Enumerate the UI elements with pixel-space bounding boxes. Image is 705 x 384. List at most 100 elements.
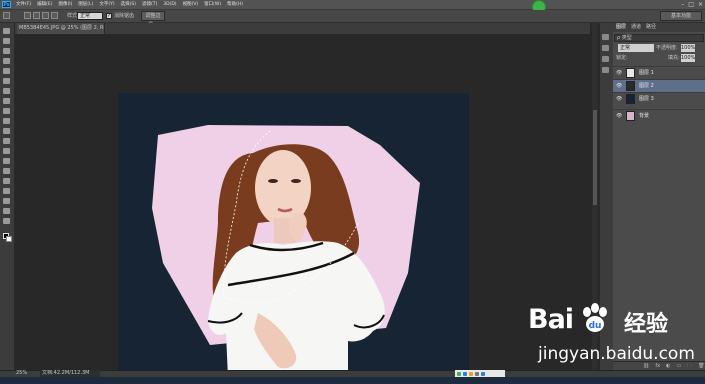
visibility-eye-icon[interactable]: 👁	[616, 96, 622, 102]
photoshop-logo: Ps	[2, 1, 11, 8]
jingyan-label: 经验	[624, 312, 669, 337]
scrollbar-thumb[interactable]	[593, 110, 597, 205]
zoom-level[interactable]: 25%	[16, 370, 27, 377]
layer-row[interactable]: 👁 图层 1	[613, 66, 705, 79]
svg-text:du: du	[589, 321, 602, 331]
menu-item[interactable]: 帮助(H)	[227, 0, 243, 9]
lock-label: 锁定:	[616, 55, 628, 61]
menu-item[interactable]: 窗口(W)	[204, 0, 221, 9]
menu-items: 文件(F) 编辑(E) 图像(I) 图层(L) 文字(Y) 选择(S) 滤镜(T) 3D(D)…	[16, 0, 243, 9]
layer-row[interactable]: 👁 背景	[613, 109, 705, 122]
tab-channels[interactable]: 通道	[631, 23, 641, 32]
quick-select-tool-icon[interactable]	[3, 58, 10, 64]
baidu-logo-text: Bai	[528, 304, 574, 335]
workspace-select[interactable]: 基本功能	[660, 11, 702, 21]
menu-item[interactable]: 图像(I)	[58, 0, 72, 9]
crop-tool-icon[interactable]	[3, 68, 10, 74]
layer-row[interactable]: 👁 图层 3	[613, 92, 705, 105]
lasso-tool-icon[interactable]	[3, 48, 10, 54]
blur-tool-icon[interactable]	[3, 148, 10, 154]
properties-panel-icon[interactable]	[602, 45, 609, 51]
model-blouse	[208, 241, 385, 378]
antialias-checkbox[interactable]: ✓	[106, 13, 112, 19]
refine-edge-button[interactable]: 调整边缘...	[141, 11, 165, 28]
document-tab[interactable]: MB53B4E45.JPG @ 25% (图层 2, RGB/8) *	[17, 23, 105, 34]
tab-paths[interactable]: 路径	[646, 23, 656, 32]
menu-item[interactable]: 编辑(E)	[37, 0, 52, 9]
tray-blue-icon[interactable]	[463, 371, 467, 376]
brush-tool-icon[interactable]	[3, 98, 10, 104]
menu-item[interactable]: 文字(Y)	[99, 0, 114, 9]
layer-thumbnail	[626, 68, 635, 78]
layer-row-selected[interactable]: 👁 图层 2	[613, 79, 705, 92]
visibility-eye-icon[interactable]: 👁	[616, 113, 622, 119]
menu-item[interactable]: 滤镜(T)	[142, 0, 157, 9]
add-selection-icon[interactable]	[33, 12, 40, 19]
document-canvas[interactable]	[118, 93, 469, 378]
eyedropper-tool-icon[interactable]	[3, 78, 10, 84]
move-tool-icon[interactable]	[3, 28, 10, 34]
adjustments-panel-icon[interactable]	[602, 56, 609, 62]
opacity-label: 不透明度:	[656, 45, 678, 51]
menu-item[interactable]: 3D(D)	[163, 0, 176, 9]
history-panel-icon[interactable]	[602, 34, 609, 40]
blend-mode-select[interactable]: 正常	[618, 44, 654, 52]
healing-brush-icon[interactable]	[3, 88, 10, 94]
character-panel-icon[interactable]	[602, 67, 609, 73]
dodge-tool-icon[interactable]	[3, 158, 10, 164]
antialias-label: 消除锯齿	[114, 13, 135, 19]
layers-panel-tabs: 图层 通道 路径	[613, 23, 705, 32]
type-tool-icon[interactable]	[3, 178, 10, 184]
layer-thumbnail	[626, 94, 635, 104]
visibility-eye-icon[interactable]: 👁	[616, 70, 622, 76]
clone-stamp-icon[interactable]	[3, 108, 10, 114]
close-button[interactable]: ×	[698, 0, 703, 9]
tray-green-icon[interactable]	[457, 371, 461, 376]
layer-name: 图层 1	[639, 70, 654, 76]
fill-label: 填充:	[668, 55, 680, 61]
menu-item[interactable]: 视图(V)	[183, 0, 199, 9]
tray-orange-icon[interactable]	[469, 371, 473, 376]
gradient-tool-icon[interactable]	[3, 138, 10, 144]
visibility-eye-icon[interactable]: 👁	[616, 83, 622, 89]
layer-name: 背景	[639, 113, 650, 119]
background-color-swatch[interactable]	[6, 236, 12, 242]
zoom-tool-icon[interactable]	[3, 218, 10, 224]
window-controls: – □ ×	[681, 0, 703, 9]
layer-thumbnail	[626, 111, 635, 121]
style-select[interactable]: 正常	[77, 12, 103, 20]
new-selection-icon[interactable]	[24, 12, 31, 19]
lasso-tool-preset-icon[interactable]	[3, 12, 10, 19]
system-tray	[455, 370, 505, 377]
shape-tool-icon[interactable]	[3, 198, 10, 204]
marquee-tool-icon[interactable]	[3, 38, 10, 44]
layer-name: 图层 3	[639, 96, 654, 102]
history-brush-icon[interactable]	[3, 118, 10, 124]
delete-layer-icon[interactable]: 🗑	[698, 362, 704, 370]
menu-item[interactable]: 图层(L)	[78, 0, 93, 9]
layer-name: 图层 2	[639, 83, 654, 89]
minimize-button[interactable]: –	[681, 0, 684, 9]
eraser-tool-icon[interactable]	[3, 128, 10, 134]
hand-tool-icon[interactable]	[3, 208, 10, 214]
path-select-icon[interactable]	[3, 188, 10, 194]
document-info[interactable]: 文档:42.2M/112.3M	[40, 370, 100, 377]
pen-tool-icon[interactable]	[3, 168, 10, 174]
tools-panel	[0, 23, 15, 370]
intersect-selection-icon[interactable]	[51, 12, 58, 19]
fill-input[interactable]: 100%	[681, 54, 695, 62]
baidu-jingyan-watermark: Bai du 经验 jingyan.baidu.com	[528, 300, 698, 380]
watermark-url: jingyan.baidu.com	[538, 344, 695, 364]
canvas-artwork	[152, 125, 420, 378]
layer-thumbnail	[626, 81, 635, 91]
baidu-paw-icon: du	[583, 303, 607, 332]
tray-network-icon[interactable]	[481, 371, 485, 376]
tray-grey-icon[interactable]	[475, 371, 479, 376]
maximize-button[interactable]: □	[688, 0, 694, 9]
tab-layers[interactable]: 图层	[616, 23, 626, 32]
subtract-selection-icon[interactable]	[42, 12, 49, 19]
menu-item[interactable]: 文件(F)	[16, 0, 31, 9]
layer-filter[interactable]: ρ 类型	[614, 34, 704, 42]
opacity-input[interactable]: 100%	[681, 44, 695, 52]
menu-item[interactable]: 选择(S)	[121, 0, 136, 9]
